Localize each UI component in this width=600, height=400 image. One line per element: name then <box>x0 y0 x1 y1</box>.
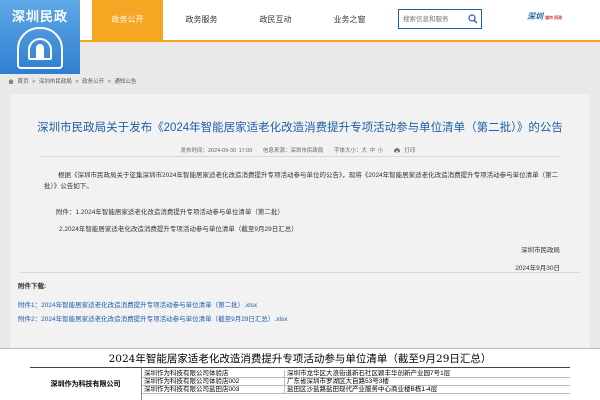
emblem-icon <box>17 27 63 69</box>
brand-text: 深圳 <box>527 12 543 21</box>
home-icon <box>8 79 14 84</box>
sheet-title: 2024年智能居家适老化改造消费提升专项活动参与单位清单（截至9月29日汇总） <box>108 353 492 365</box>
breadcrumb-open-government[interactable]: 政务公开 <box>82 79 104 85</box>
address-cell: 广东省深圳市罗湖区大自路53号3楼 <box>284 378 569 386</box>
breadcrumb-bureau[interactable]: 深圳市民政局 <box>39 79 72 85</box>
divider <box>20 272 580 273</box>
brand-subtext: 城市 民政 <box>545 15 563 20</box>
brand-mark: 深圳 城市 民政 <box>527 11 562 22</box>
sheet-table: 深圳作为科技有限公司 深圳作为科技有限公司体验店 深圳市龙华区大浪街道新石社区颖… <box>30 367 570 400</box>
top-navbar: 深圳民政 政务公开 政务服务 政民互动 业务之窗 深圳城市 民政 <box>0 0 600 74</box>
downloads-title: 附件下载: <box>18 283 47 290</box>
search-input[interactable] <box>399 10 465 28</box>
article-meta: 发布时间：2024-09-30 17:00 信息来源：深圳市民政局 字体大小：大… <box>10 146 590 154</box>
search-icon[interactable] <box>468 14 478 24</box>
publish-date: 发布时间：2024-09-30 17:00 <box>180 148 253 154</box>
article-paragraph: 根据《深圳市民政局关于征集深圳市2024年智能居家适老化改造消费提升专项活动参与… <box>44 172 559 190</box>
download-link-2[interactable]: 附件2：2024年智能居家适老化改造消费提升专项活动参与单位清单（截至9月29日… <box>18 313 287 323</box>
signature-org: 深圳市民政局 <box>521 247 560 254</box>
search-box <box>398 9 482 29</box>
nav-item-interaction[interactable]: 政民互动 <box>240 0 311 40</box>
breadcrumb-separator: > <box>75 79 79 85</box>
font-size-control[interactable]: 字体大小：大 中 小 <box>334 148 383 154</box>
article-card: 深圳市民政局关于发布《2024年智能居家适老化改造消费提升专项活动参与单位清单（… <box>10 94 590 348</box>
article-title: 深圳市民政局关于发布《2024年智能居家适老化改造消费提升专项活动参与单位清单（… <box>37 122 563 134</box>
breadcrumb-separator: > <box>107 79 111 85</box>
attachment-line-1: 附件：1.2024年智能居家适老化改造消费提升专项活动参与单位清单（第二批） <box>56 209 284 216</box>
spreadsheet-preview: 2024年智能居家适老化改造消费提升专项活动参与单位清单（截至9月29日汇总） … <box>0 348 600 400</box>
store-name-cell: 深圳作为科技有限公司体验店 <box>144 370 229 377</box>
address-cell: 深圳市龙华区大浪街道新石社区颖丰华创新产业园7号1层 <box>284 370 569 378</box>
table-row: 深圳作为科技有限公司体验店002 广东省深圳市罗湖区大自路53号3楼 <box>142 378 570 386</box>
site-logo[interactable]: 深圳民政 <box>0 0 80 74</box>
breadcrumb-separator: > <box>32 79 36 85</box>
store-name-cell: 深圳作为科技有限公司盐田店003 <box>144 386 240 393</box>
address-cell: 盐田区沙盐路盐田现代产业服务中心商业楼B栋1-4层 <box>284 386 569 394</box>
signature-date: 2024年9月30日 <box>515 265 560 272</box>
sheet-org-cell: 深圳作为科技有限公司 <box>30 368 142 400</box>
main-nav: 政务公开 政务服务 政民互动 业务之窗 <box>92 0 388 40</box>
attachment-line-2: 2.2024年智能居家适老化改造消费提升专项活动参与单位清单（截至9月29日汇总… <box>59 226 298 233</box>
print-button[interactable]: 打印 <box>393 148 420 154</box>
logo-text: 深圳民政 <box>11 10 68 25</box>
print-label: 打印 <box>404 148 416 154</box>
print-icon <box>393 148 400 153</box>
info-source: 信息来源：深圳市民政局 <box>262 148 324 154</box>
table-row: 深圳作为科技有限公司体验店 深圳市龙华区大浪街道新石社区颖丰华创新产业园7号1层 <box>142 370 570 378</box>
nav-item-open-government[interactable]: 政务公开 <box>92 0 163 40</box>
divider <box>40 156 560 157</box>
table-row: 深圳作为科技有限公司盐田店003 盐田区沙盐路盐田现代产业服务中心商业楼B栋1-… <box>142 386 570 394</box>
breadcrumb-home[interactable]: 首页 <box>18 79 29 85</box>
nav-item-business-window[interactable]: 业务之窗 <box>314 0 385 40</box>
breadcrumb: 首页 > 深圳市民政局 > 政务公开 > 通知公告 <box>8 77 138 85</box>
download-link-1[interactable]: 附件1：2024年智能居家适老化改造消费提升专项活动参与单位清单（第二批）.xl… <box>18 299 257 309</box>
breadcrumb-notices[interactable]: 通知公告 <box>114 79 136 85</box>
store-name-cell: 深圳作为科技有限公司体验店002 <box>144 378 240 385</box>
nav-item-services[interactable]: 政务服务 <box>166 0 237 40</box>
